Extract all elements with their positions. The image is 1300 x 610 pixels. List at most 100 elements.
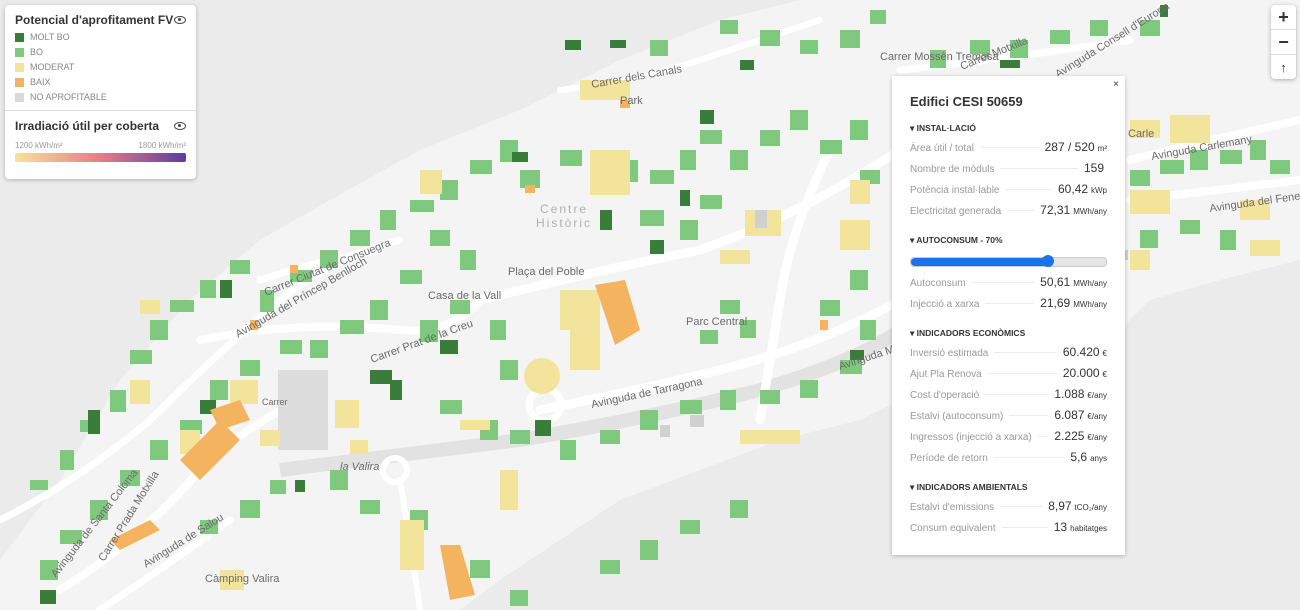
legend-item-label: BO <box>30 47 44 57</box>
info-row: Període de retorn 5,6 anys <box>910 450 1107 471</box>
section-environmental: Estalvi d'emissions 8,97 tCO₂/any Consum eq… <box>892 499 1125 541</box>
info-row-value: 20.000 <box>1062 366 1100 380</box>
row-leader-line <box>1037 436 1049 437</box>
info-row-unit: € <box>1102 349 1107 358</box>
eye-icon[interactable] <box>174 16 186 24</box>
slider-fill <box>911 258 1048 266</box>
street-label: Càmping Valira <box>205 573 280 585</box>
legend-item: NO APROFITABLE <box>15 92 186 102</box>
street-label: Casa de la Vall <box>428 290 501 302</box>
info-row-unit: MWh/any <box>1073 207 1107 216</box>
row-leader-line <box>1009 415 1049 416</box>
info-row: Ingressos (injecció a xarxa) 2.225 €/any <box>910 429 1107 450</box>
info-row-unit: habitatges <box>1070 524 1107 533</box>
info-row-value: 13 <box>1053 520 1068 534</box>
info-row-label: Inversió estimada <box>910 348 989 359</box>
street-label: Carrer <box>262 397 288 407</box>
row-leader-line <box>1007 210 1035 211</box>
info-row-value: 72,31 <box>1040 203 1071 217</box>
row-leader-line <box>994 352 1057 353</box>
map-controls: + − ↑ <box>1271 5 1296 79</box>
info-row-label: Injecció a xarxa <box>910 299 980 310</box>
legend-item: BAIX <box>15 77 186 87</box>
row-leader-line <box>1000 168 1078 169</box>
info-row-value: 1.088 <box>1054 387 1085 401</box>
panel-title: Edifici CESI 50659 <box>910 94 1023 109</box>
info-row: Potència instal·lable 60,42 kWp <box>910 182 1107 203</box>
street-label: la Valira <box>340 461 379 473</box>
row-leader-line <box>1001 527 1048 528</box>
info-row-unit: €/any <box>1087 412 1107 421</box>
irradiance-min-label: 1200 kWh/m² <box>15 141 63 150</box>
info-row-label: Període de retorn <box>910 453 988 464</box>
irradiance-title: Irradiació útil per coberta <box>15 119 160 133</box>
legend-item: MOLT BO <box>15 32 186 42</box>
info-row-unit: € <box>1102 370 1107 379</box>
legend-swatch <box>15 47 24 57</box>
legend-item: BO <box>15 47 186 57</box>
info-row-value: 5,6 <box>1070 450 1088 464</box>
row-leader-line <box>985 394 1049 395</box>
info-row-unit: kWp <box>1091 186 1107 195</box>
street-label: Parc Central <box>686 316 747 328</box>
slider-handle[interactable] <box>1041 255 1054 267</box>
legend-item-label: NO APROFITABLE <box>30 92 107 102</box>
irradiance-max-label: 1800 kWh/m² <box>138 141 186 150</box>
info-row-unit: MWh/any <box>1073 279 1107 288</box>
info-row-label: Electricitat generada <box>910 206 1002 217</box>
section-economic: Inversió estimada 60.420 € Ajut Pla Renova 2… <box>892 345 1125 471</box>
info-row-label: Àrea útil / total <box>910 143 974 154</box>
info-row-label: Potència instal·lable <box>910 185 1000 196</box>
info-row-unit: tCO₂/any <box>1074 503 1107 512</box>
info-row-value: 60.420 <box>1062 345 1100 359</box>
row-leader-line <box>1000 506 1043 507</box>
section-environmental-header[interactable]: ▾ INDICADORS AMBIENTALS <box>910 482 1125 493</box>
legend-item: MODERAT <box>15 62 186 72</box>
row-leader-line <box>993 457 1065 458</box>
info-row: Inversió estimada 60.420 € <box>910 345 1107 366</box>
info-row: Consum equivalent 13 habitatges <box>910 520 1107 541</box>
info-row-value: 287 / 520 <box>1044 140 1095 154</box>
legend-title: Potencial d'aprofitament FV <box>15 13 174 27</box>
row-leader-line <box>985 303 1035 304</box>
section-installation-header[interactable]: ▾ INSTAL·LACIÓ <box>910 123 1125 134</box>
row-leader-line <box>987 373 1057 374</box>
legend-item-label: BAIX <box>30 77 51 87</box>
info-row-label: Ajut Pla Renova <box>910 369 982 380</box>
info-row-value: 21,69 <box>1040 296 1071 310</box>
legend-items: MOLT BO BO MODERAT BAIX NO APROFITABLE <box>15 32 186 102</box>
legend-swatch <box>15 77 24 87</box>
info-row-value: 50,61 <box>1040 275 1071 289</box>
legend-item-label: MODERAT <box>30 62 75 72</box>
info-row-value: 60,42 <box>1057 182 1088 196</box>
info-row-label: Consum equivalent <box>910 523 996 534</box>
section-autoconsum-header[interactable]: ▾ AUTOCONSUM - 70% <box>910 235 1125 246</box>
info-row-value: 8,97 <box>1048 499 1072 513</box>
building-info-panel: × Edifici CESI 50659 ▾ INSTAL·LACIÓ Àrea… <box>892 76 1125 555</box>
eye-icon[interactable] <box>174 122 186 130</box>
legend-swatch <box>15 62 24 72</box>
irradiance-gradient-bar <box>15 153 186 162</box>
info-row-unit: €/any <box>1087 433 1107 442</box>
compass-button[interactable]: ↑ <box>1271 55 1296 79</box>
autoconsum-slider[interactable] <box>910 255 1107 267</box>
row-leader-line <box>971 282 1035 283</box>
building-moderat-round[interactable] <box>524 358 560 394</box>
close-icon[interactable]: × <box>1113 79 1119 90</box>
info-row: Estalvi (autoconsum) 6.087 €/any <box>910 408 1107 429</box>
zoom-out-button[interactable]: − <box>1271 30 1296 55</box>
map-legend: Potencial d'aprofitament FV MOLT BO BO MOD… <box>5 5 196 179</box>
row-leader-line <box>979 147 1039 148</box>
section-economic-header[interactable]: ▾ INDICADORS ECONÒMICS <box>910 328 1125 339</box>
info-row-unit: anys <box>1090 454 1107 463</box>
info-row-label: Estalvi (autoconsum) <box>910 411 1004 422</box>
info-row-value: 6.087 <box>1054 408 1085 422</box>
info-row-label: Ingressos (injecció a xarxa) <box>910 432 1032 443</box>
zoom-in-button[interactable]: + <box>1271 5 1296 30</box>
info-row-value: 159 <box>1083 161 1104 175</box>
info-row: Estalvi d'emissions 8,97 tCO₂/any <box>910 499 1107 520</box>
info-row-label: Cost d'operació <box>910 390 980 401</box>
info-row: Autoconsum 50,61 MWh/any <box>910 275 1107 296</box>
street-label: Centre <box>540 202 588 216</box>
street-label: Plaça del Poble <box>508 266 584 278</box>
